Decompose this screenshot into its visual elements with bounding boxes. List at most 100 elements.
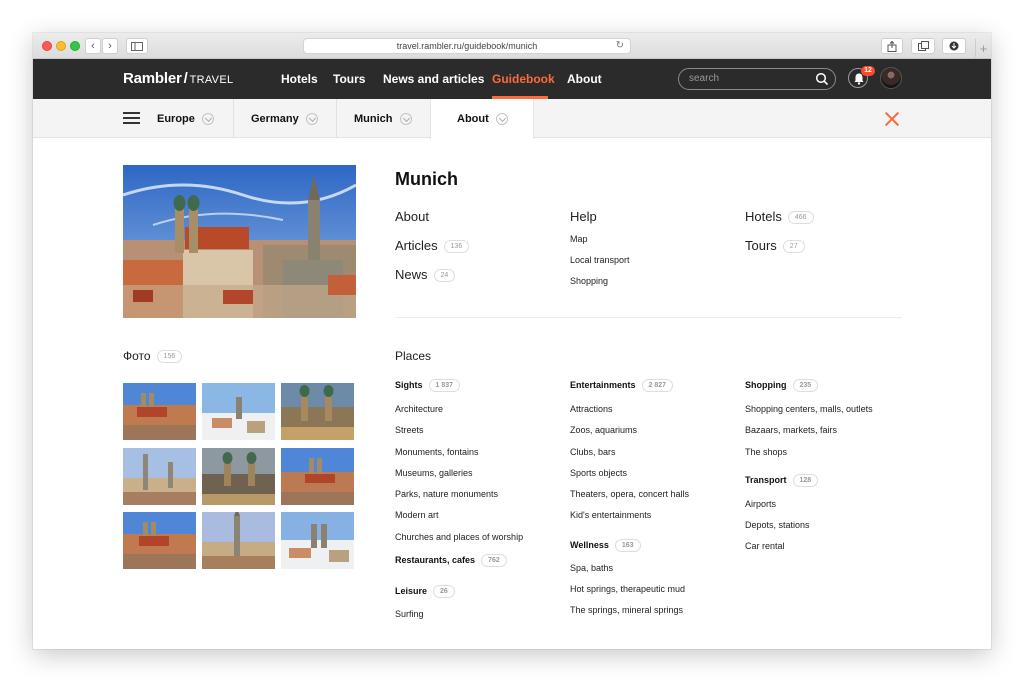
place-link-car-rental[interactable]: Car rental xyxy=(745,541,785,551)
photo-thumbnail[interactable] xyxy=(281,512,354,569)
place-link-theaters[interactable]: Theaters, opera, concert halls xyxy=(570,489,689,499)
city-hero-image[interactable] xyxy=(123,165,356,318)
category-transport[interactable]: Transport 128 xyxy=(745,474,819,487)
place-link-sports[interactable]: Sports objects xyxy=(570,468,627,478)
photo-thumbnail[interactable] xyxy=(281,383,354,440)
category-leisure[interactable]: Leisure 26 xyxy=(395,585,455,598)
zoom-window-button[interactable] xyxy=(70,41,80,51)
count-badge: 24 xyxy=(433,269,456,283)
share-button[interactable] xyxy=(881,38,903,54)
place-link-hot-springs[interactable]: Hot springs, therapeutic mud xyxy=(570,584,685,594)
breadcrumb-munich[interactable]: Munich xyxy=(354,99,412,138)
forward-button[interactable]: › xyxy=(102,38,118,54)
photo-thumbnail[interactable] xyxy=(123,448,196,505)
breadcrumb-divider xyxy=(336,99,337,138)
place-link-mineral-springs[interactable]: The springs, mineral springs xyxy=(570,605,683,615)
tabs-overview-button[interactable] xyxy=(911,38,935,54)
photo-thumbnail[interactable] xyxy=(202,448,275,505)
place-link-airports[interactable]: Airports xyxy=(745,499,776,509)
city-link-news[interactable]: News 24 xyxy=(395,267,456,283)
close-window-button[interactable] xyxy=(42,41,52,51)
breadcrumb-about[interactable]: About xyxy=(457,99,508,138)
place-link-shops[interactable]: The shops xyxy=(745,447,787,457)
nav-news-and-articles[interactable]: News and articles xyxy=(383,72,484,86)
place-link-kids[interactable]: Kid's entertainments xyxy=(570,510,651,520)
place-link-museums[interactable]: Museums, galleries xyxy=(395,468,473,478)
place-link-streets[interactable]: Streets xyxy=(395,425,424,435)
category-entertainments[interactable]: Entertainments 2 827 xyxy=(570,379,674,392)
breadcrumb-divider xyxy=(233,99,234,138)
photo-thumbnail[interactable] xyxy=(202,383,275,440)
photo-thumbnail[interactable] xyxy=(123,383,196,440)
place-link-churches[interactable]: Churches and places of worship xyxy=(395,532,523,542)
place-link-architecture[interactable]: Architecture xyxy=(395,404,443,414)
minimize-window-button[interactable] xyxy=(56,41,66,51)
download-icon xyxy=(949,41,959,51)
place-link-parks[interactable]: Parks, nature monuments xyxy=(395,489,498,499)
nav-hotels[interactable]: Hotels xyxy=(281,72,318,86)
page-title: Munich xyxy=(395,169,458,189)
category-shopping[interactable]: Shopping 235 xyxy=(745,379,819,392)
help-link-map[interactable]: Map xyxy=(570,234,588,244)
count-badge: 27 xyxy=(782,240,805,254)
help-link-shopping[interactable]: Shopping xyxy=(570,276,608,286)
photo-thumbnail[interactable] xyxy=(123,512,196,569)
place-link-clubs[interactable]: Clubs, bars xyxy=(570,447,616,457)
breadcrumb-europe[interactable]: Europe xyxy=(157,99,214,138)
search-input[interactable]: search xyxy=(678,68,836,90)
help-heading[interactable]: Help xyxy=(570,209,597,224)
user-avatar[interactable] xyxy=(880,67,902,89)
category-label: Leisure xyxy=(395,585,428,596)
category-label: Wellness xyxy=(570,539,609,550)
downloads-button[interactable] xyxy=(942,38,966,54)
sidebar-toggle-button[interactable] xyxy=(126,38,148,54)
chevron-down-icon xyxy=(201,112,214,125)
city-link-hotels[interactable]: Hotels 466 xyxy=(745,209,814,225)
breadcrumb-germany[interactable]: Germany xyxy=(251,99,318,138)
breadcrumb-label: About xyxy=(457,112,489,125)
photo-thumbnail[interactable] xyxy=(281,448,354,505)
city-link-about[interactable]: About xyxy=(395,209,429,224)
nav-tours[interactable]: Tours xyxy=(333,72,365,86)
place-link-surfing[interactable]: Surfing xyxy=(395,609,424,619)
address-bar[interactable]: travel.rambler.ru/guidebook/munich ↻ xyxy=(303,38,631,54)
close-icon[interactable] xyxy=(884,111,900,127)
site-logo[interactable]: Rambler / TRAVEL xyxy=(123,70,233,87)
category-wellness[interactable]: Wellness 163 xyxy=(570,539,641,552)
photos-heading[interactable]: Фото 156 xyxy=(123,349,183,364)
place-link-shopping-centers[interactable]: Shopping centers, malls, outlets xyxy=(745,404,873,414)
section-divider xyxy=(395,317,902,318)
sidebar-icon xyxy=(131,41,143,51)
new-tab-button[interactable]: + xyxy=(975,39,991,57)
place-link-monuments[interactable]: Monuments, fontains xyxy=(395,447,479,457)
place-link-bazaars[interactable]: Bazaars, markets, fairs xyxy=(745,425,837,435)
place-link-attractions[interactable]: Attractions xyxy=(570,404,613,414)
site-header: Rambler / TRAVEL Hotels Tours News and art… xyxy=(33,59,991,99)
photo-thumbnail[interactable] xyxy=(202,512,275,569)
search-placeholder: search xyxy=(689,73,720,84)
reload-icon[interactable]: ↻ xyxy=(616,40,624,51)
browser-window: ‹ › travel.rambler.ru/guidebook/munich ↻… xyxy=(33,33,991,649)
logo-brand: Rambler xyxy=(123,70,182,87)
nav-about[interactable]: About xyxy=(567,72,602,86)
breadcrumb: Europe Germany Munich About xyxy=(33,99,991,139)
tabs-icon xyxy=(917,41,929,51)
search-icon[interactable] xyxy=(815,72,829,86)
notifications-badge: 12 xyxy=(861,66,875,76)
back-button[interactable]: ‹ xyxy=(85,38,101,54)
category-restaurants[interactable]: Restaurants, cafes 762 xyxy=(395,554,507,567)
place-link-depots[interactable]: Depots, stations xyxy=(745,520,810,530)
place-link-spa[interactable]: Spa, baths xyxy=(570,563,613,573)
category-sights[interactable]: Sights 1 837 xyxy=(395,379,461,392)
category-label: Transport xyxy=(745,474,787,485)
help-link-local-transport[interactable]: Local transport xyxy=(570,255,630,265)
city-link-tours[interactable]: Tours 27 xyxy=(745,238,805,254)
breadcrumb-label: Europe xyxy=(157,112,195,125)
city-link-articles[interactable]: Articles 136 xyxy=(395,238,470,254)
menu-icon[interactable] xyxy=(123,112,140,124)
city-link-label: Articles xyxy=(395,238,438,253)
city-link-label: About xyxy=(395,209,429,224)
place-link-modern-art[interactable]: Modern art xyxy=(395,510,439,520)
nav-guidebook[interactable]: Guidebook xyxy=(492,72,555,86)
place-link-zoos[interactable]: Zoos, aquariums xyxy=(570,425,637,435)
